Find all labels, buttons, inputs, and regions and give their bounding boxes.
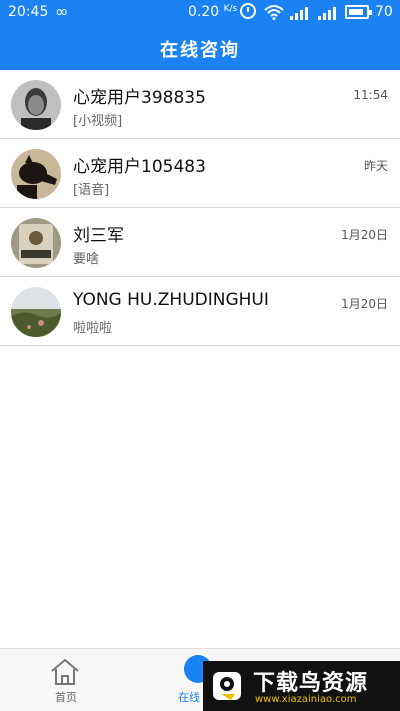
conversation-row[interactable]: YONG HU.ZHUDINGHUI 啦啦啦 1月20日 (0, 277, 400, 346)
network-speed: 0.20 K/s (188, 4, 238, 20)
conversation-row[interactable]: 刘三军 要啥 1月20日 (0, 208, 400, 277)
conversation-row[interactable]: 心宠用户398835 [小视频] 11:54 (0, 70, 400, 139)
bird-logo-icon (213, 672, 241, 700)
contact-name: YONG HU.ZHUDINGHUI (73, 290, 269, 310)
alarm-icon (240, 3, 256, 19)
app-screen: 20:45 ∞ 0.20 K/s 70 在线咨询 心宠用户398835 [小视频… (0, 0, 400, 711)
home-icon (51, 658, 79, 685)
conversation-row[interactable]: 心宠用户105483 [语音] 昨天 (0, 139, 400, 208)
message-time: 11:54 (353, 88, 388, 102)
avatar (11, 218, 61, 268)
conversation-list: 心宠用户398835 [小视频] 11:54 心宠用户105483 [语音] 昨… (0, 70, 400, 346)
wifi-icon (264, 5, 284, 20)
message-time: 1月20日 (341, 297, 388, 311)
battery-icon (345, 5, 372, 19)
contact-name: 心宠用户105483 (73, 157, 206, 177)
last-message: 要啥 (73, 252, 100, 267)
signal-icon (290, 6, 310, 20)
avatar (11, 287, 61, 337)
contact-name: 刘三军 (73, 226, 124, 246)
nav-home[interactable]: 首页 (8, 649, 128, 711)
last-message: [语音] (73, 183, 110, 198)
watermark-title: 下载鸟资源 (253, 671, 369, 696)
infinity-icon: ∞ (55, 2, 69, 21)
avatar (11, 149, 61, 199)
status-time: 20:45 (8, 4, 49, 20)
app-bar: 在线咨询 (0, 26, 400, 70)
last-message: [小视频] (73, 114, 123, 129)
nav-consult-label: 在线 (178, 691, 200, 704)
signal-icon (318, 6, 338, 20)
contact-name: 心宠用户398835 (73, 88, 206, 108)
page-title: 在线咨询 (160, 40, 240, 61)
battery-level: 70 (375, 4, 393, 20)
last-message: 啦啦啦 (73, 321, 113, 336)
nav-home-label: 首页 (55, 691, 77, 704)
status-icons: 70 (240, 3, 395, 22)
message-time: 1月20日 (341, 228, 388, 242)
status-bar: 20:45 ∞ 0.20 K/s 70 (0, 0, 400, 26)
watermark-url: www.xiazainiao.com (255, 694, 357, 705)
watermark: 下载鸟资源 www.xiazainiao.com (203, 661, 400, 711)
message-time: 昨天 (363, 159, 388, 173)
avatar (11, 80, 61, 130)
